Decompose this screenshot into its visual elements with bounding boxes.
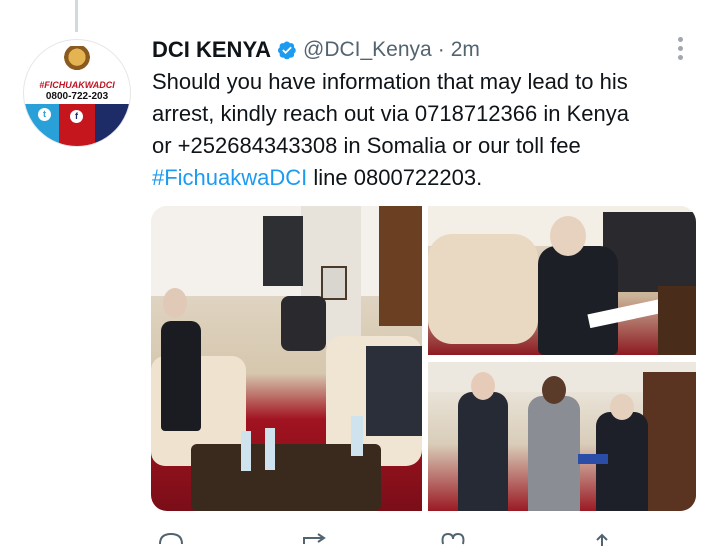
media-grid <box>151 206 696 511</box>
author-name[interactable]: DCI KENYA <box>152 37 271 63</box>
avatar[interactable]: #FICHUAKWADCI 0800-722-203 t f <box>24 40 130 146</box>
thread-connector-line <box>75 0 78 32</box>
more-options-icon[interactable] <box>672 32 688 64</box>
photo-signing-document[interactable] <box>428 206 696 355</box>
tweet-text-tail: line 0800722203. <box>307 165 483 190</box>
hashtag-link[interactable]: #FichuakwaDCI <box>152 165 307 190</box>
facebook-logo-icon: f <box>70 110 83 123</box>
tweet-text-line: Should you have information that may lea… <box>152 69 628 94</box>
twitter-logo-icon: t <box>38 108 51 121</box>
photo-meeting-sofa[interactable] <box>151 206 422 511</box>
avatar-tag-text: #FICHUAKWADCI <box>39 80 115 90</box>
avatar-phone-text: 0800-722-203 <box>45 91 109 102</box>
tweet-text-line: #FichuakwaDCI line 0800722203. <box>152 162 708 194</box>
tweet-text-line: or +252684343308 in Somalia or our toll … <box>152 133 581 158</box>
header-separator: · <box>437 38 445 61</box>
photo-handover-standing[interactable] <box>428 362 696 511</box>
coat-of-arms-icon <box>64 46 90 74</box>
tweet-text: Should you have information that may lea… <box>152 66 708 194</box>
author-handle[interactable]: @DCI_Kenya <box>303 38 432 62</box>
tweet-header: DCI KENYA @DCI_Kenya · 2m <box>152 36 480 64</box>
tweet-timestamp[interactable]: 2m <box>451 38 480 62</box>
verified-badge-icon <box>278 41 296 60</box>
tweet-text-line: arrest, kindly reach out via 0718712366 … <box>152 101 629 126</box>
